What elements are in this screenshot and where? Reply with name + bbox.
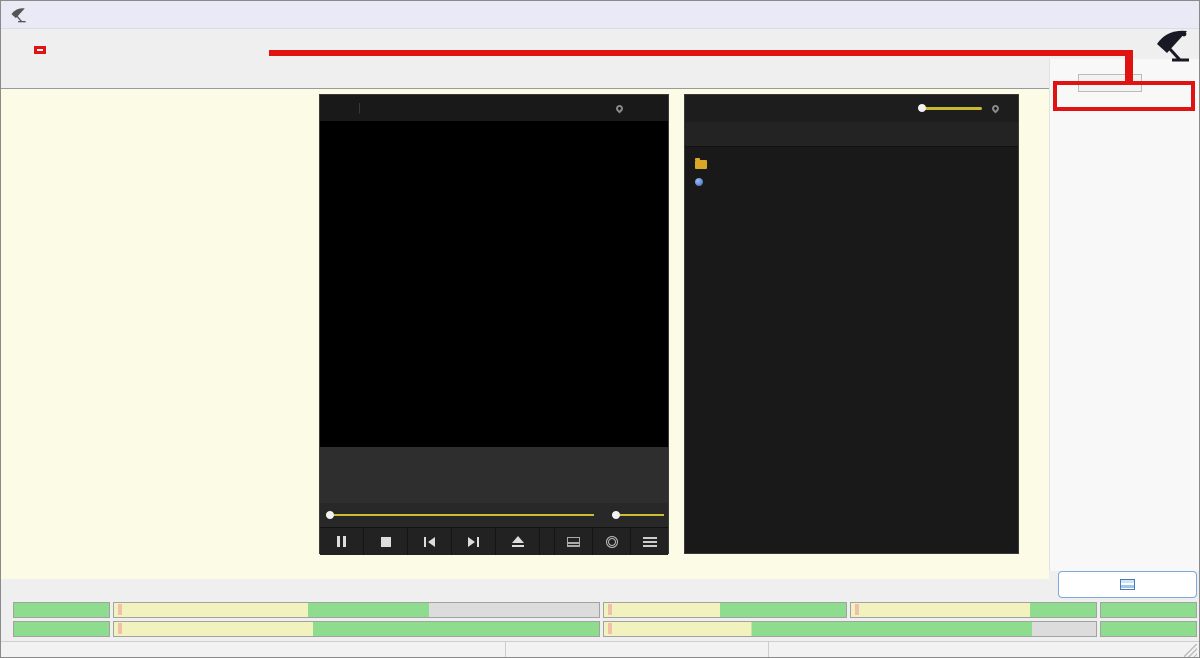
pin-icon[interactable] [615,103,625,113]
seek-bar[interactable] [326,514,594,516]
browser-pin-icon[interactable] [991,104,1001,114]
preber-bar [603,602,847,618]
level-bar [113,602,600,618]
close-button[interactable] [1151,2,1195,26]
next-button[interactable] [452,528,496,555]
seek-row [320,503,668,527]
eject-button[interactable] [496,528,540,555]
present-indicator [13,602,110,618]
browser-slider[interactable] [918,107,982,110]
status-lock-uptime [1,642,506,658]
resize-grip[interactable] [1184,644,1197,657]
browser-slider-knob[interactable] [918,104,926,112]
satellite-dish-icon [1151,28,1197,64]
app-satellite-icon [10,7,28,23]
folder-icon [695,160,707,169]
pause-button[interactable] [320,528,364,555]
video-area[interactable] [320,121,668,447]
player-controls [320,527,668,555]
statusbar [1,641,1200,658]
audio-bullet-icon [695,178,703,186]
browser-content [685,147,1018,554]
quality-bar [113,621,600,637]
browser-titlebar[interactable] [685,95,1018,122]
browser-tabbar [685,122,1018,147]
status-best-signal [769,642,1187,658]
menu-button[interactable] [630,528,668,555]
seek-knob[interactable] [326,511,334,519]
ber-bar [850,602,1097,618]
input-rate-indicator [1100,602,1197,618]
mode-tabs [1,65,1049,89]
minimize-button[interactable] [1063,2,1107,26]
status-sync-counters [506,642,769,658]
audio-equalizer [521,451,663,485]
mis-dropdown[interactable] [1078,74,1142,92]
pid-status-bars [13,582,1047,596]
maximize-button[interactable] [1107,2,1151,26]
lof-settings [34,46,46,54]
signal-analyzer-window: | [0,0,1200,658]
world-clocks [291,3,1010,47]
previous-button[interactable] [408,528,452,555]
pid-list-button[interactable] [1058,571,1197,598]
audio-track-item[interactable] [685,173,1018,190]
tuner-subtitle [29,46,46,54]
main-content: | [1,89,1049,579]
list-view-icon [1120,579,1135,590]
volume-slider[interactable] [612,514,664,516]
folder-up-item[interactable] [685,156,1018,173]
annotation-line-horizontal [269,50,1133,56]
divider: | [358,102,361,114]
snr-bar [603,621,1097,637]
sync-indicator [1100,621,1197,637]
lock-indicator [13,621,110,637]
mis-row [1050,70,1200,95]
settings-gear-button[interactable] [592,528,630,555]
browser-window [684,94,1019,554]
player-info-panel [320,447,668,503]
potplayer-titlebar[interactable]: | [320,95,668,121]
subtitle-button[interactable] [554,528,592,555]
stop-button[interactable] [364,528,408,555]
video-content [320,121,668,447]
transponder-panel [1049,59,1200,571]
potplayer-window: | [319,94,669,554]
volume-knob[interactable] [612,511,620,519]
